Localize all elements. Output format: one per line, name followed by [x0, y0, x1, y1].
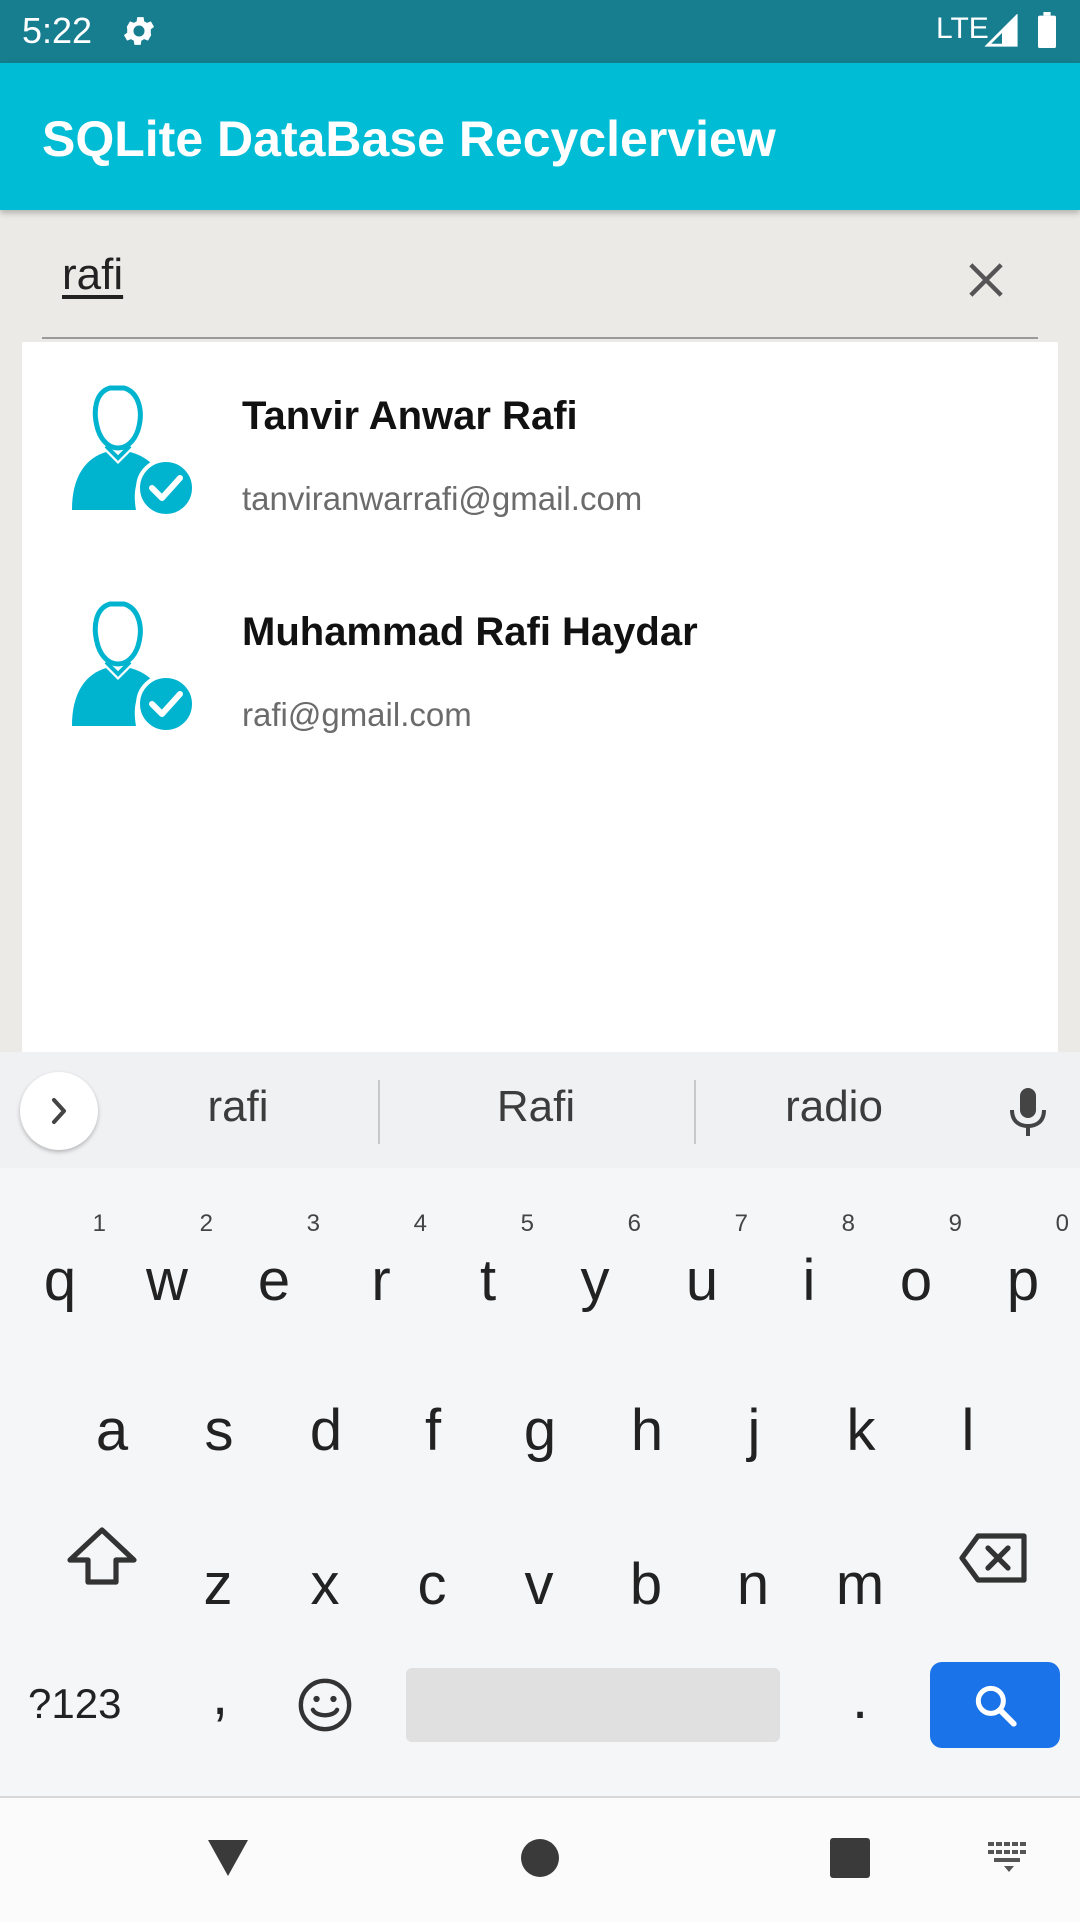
comma-key[interactable]: ,: [180, 1660, 260, 1730]
key-hint: 9: [948, 1210, 962, 1237]
signal-icon: [984, 14, 1018, 47]
search-action-key[interactable]: [930, 1662, 1060, 1748]
app-title: SQLite DataBase Recyclerview: [42, 111, 776, 167]
key-hint: 1: [92, 1210, 106, 1237]
contact-email: rafi@gmail.com: [242, 696, 472, 733]
gear-icon: [123, 17, 155, 45]
key-s[interactable]: s: [179, 1396, 259, 1466]
back-icon[interactable]: [206, 1838, 250, 1878]
key-z[interactable]: z: [178, 1550, 258, 1620]
key-q[interactable]: q1: [20, 1212, 106, 1316]
search-underline: [42, 337, 1038, 339]
key-hint: 8: [841, 1210, 855, 1237]
close-icon[interactable]: [960, 254, 1012, 306]
emoji-icon[interactable]: [296, 1676, 354, 1734]
key-t[interactable]: t5: [448, 1212, 534, 1316]
key-a[interactable]: a: [72, 1396, 152, 1466]
shift-icon[interactable]: [54, 1524, 150, 1588]
key-b[interactable]: b: [606, 1550, 686, 1620]
suggestion-strip: rafi Rafi radio: [0, 1052, 1080, 1168]
backspace-icon[interactable]: [958, 1530, 1030, 1586]
search-bar: rafi: [0, 210, 1080, 340]
key-k[interactable]: k: [821, 1396, 901, 1466]
search-icon: [975, 1685, 1017, 1727]
status-time: 5:22: [22, 10, 93, 51]
key-hint: 7: [734, 1210, 748, 1237]
recents-icon[interactable]: [830, 1838, 870, 1878]
key-u[interactable]: u7: [662, 1212, 748, 1316]
key-y[interactable]: y6: [555, 1212, 642, 1316]
key-g[interactable]: g: [500, 1396, 580, 1466]
key-x[interactable]: x: [285, 1550, 365, 1620]
period-key[interactable]: .: [820, 1664, 900, 1734]
key-hint: 4: [413, 1210, 427, 1237]
contact-list[interactable]: Tanvir Anwar Rafi tanviranwarrafi@gmail.…: [22, 342, 1058, 1052]
verified-user-icon: [72, 385, 194, 514]
key-j[interactable]: j: [714, 1396, 794, 1466]
key-d[interactable]: d: [286, 1396, 366, 1466]
key-p[interactable]: p0: [983, 1212, 1069, 1316]
suggestion-1[interactable]: rafi: [88, 1082, 388, 1132]
contact-name: Muhammad Rafi Haydar: [242, 610, 698, 654]
key-n[interactable]: n: [713, 1550, 793, 1620]
home-icon[interactable]: [520, 1838, 560, 1878]
list-item[interactable]: Tanvir Anwar Rafi tanviranwarrafi@gmail.…: [22, 342, 1058, 552]
space-key[interactable]: [406, 1668, 780, 1742]
key-hint: 5: [520, 1210, 534, 1237]
navigation-bar: [0, 1796, 1080, 1922]
key-c[interactable]: c: [392, 1550, 472, 1620]
key-w[interactable]: w2: [127, 1212, 213, 1316]
key-hint: 2: [199, 1210, 213, 1237]
network-type: LTE: [936, 12, 989, 45]
key-v[interactable]: v: [499, 1550, 579, 1620]
expand-toolbar-button[interactable]: [20, 1072, 98, 1150]
key-hint: 0: [1055, 1210, 1069, 1237]
status-bar: 5:22 LTE: [0, 0, 1080, 63]
contact-email: tanviranwarrafi@gmail.com: [242, 480, 643, 517]
suggestion-divider: [378, 1080, 380, 1144]
keyboard-switch-icon[interactable]: [988, 1842, 1030, 1872]
key-hint: 3: [306, 1210, 320, 1237]
list-item[interactable]: Muhammad Rafi Haydar rafi@gmail.com: [22, 558, 1058, 768]
key-l[interactable]: l: [928, 1396, 1008, 1466]
symbols-key[interactable]: ?123: [28, 1680, 121, 1728]
key-o[interactable]: o9: [876, 1212, 962, 1316]
key-r[interactable]: r4: [341, 1212, 427, 1316]
key-hint: 6: [627, 1210, 641, 1237]
battery-icon: [1038, 12, 1056, 48]
verified-user-icon: [72, 601, 194, 730]
chevron-right-icon: [52, 1098, 66, 1124]
microphone-icon[interactable]: [1004, 1086, 1052, 1138]
suggestion-3[interactable]: radio: [684, 1082, 984, 1132]
suggestion-2[interactable]: Rafi: [386, 1082, 686, 1132]
key-f[interactable]: f: [393, 1396, 473, 1466]
contact-name: Tanvir Anwar Rafi: [242, 394, 578, 438]
soft-keyboard: rafi Rafi radio ?123 , . q1w2e3r4t5y6u7i…: [0, 1052, 1080, 1796]
key-m[interactable]: m: [820, 1550, 900, 1620]
key-e[interactable]: e3: [234, 1212, 320, 1316]
search-input[interactable]: rafi: [62, 250, 123, 300]
key-i[interactable]: i8: [769, 1212, 855, 1316]
app-bar: SQLite DataBase Recyclerview: [0, 63, 1080, 210]
key-h[interactable]: h: [607, 1396, 687, 1466]
